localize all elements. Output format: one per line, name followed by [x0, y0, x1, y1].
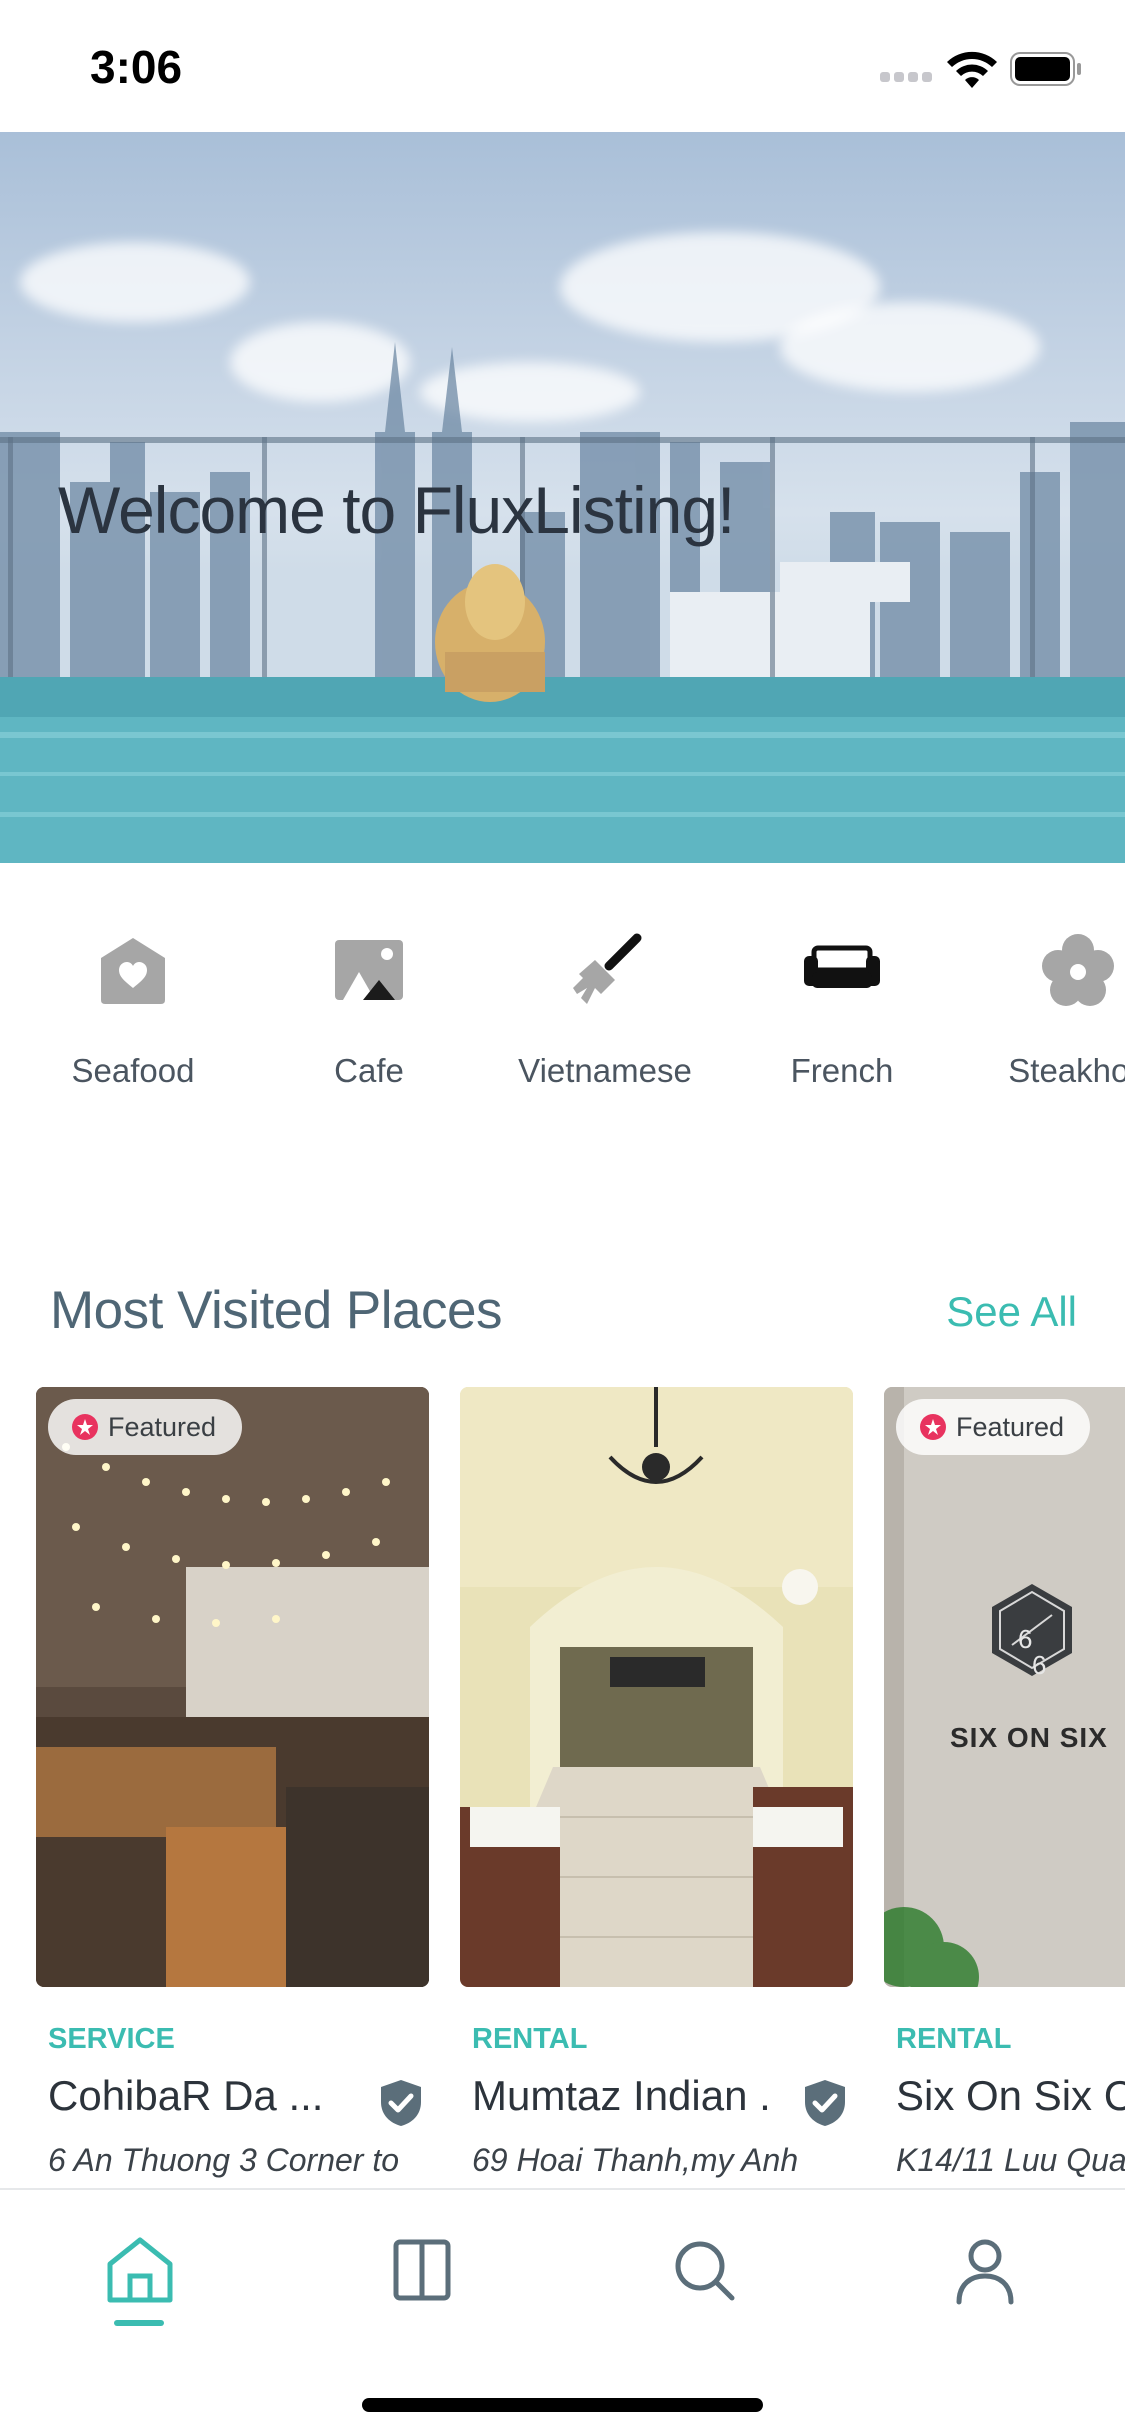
search-icon[interactable]	[664, 2230, 744, 2310]
category-label: Seafood	[71, 1052, 195, 1089]
status-time: 3:06	[90, 41, 183, 93]
listing-card[interactable]: Featured SERVICE CohibaR Da ... 6 An Thu…	[36, 1387, 429, 2179]
listing-name-row: Six On Six C	[896, 2072, 1125, 2132]
category-item-cafe[interactable]: Cafe	[249, 930, 489, 1090]
home-icon[interactable]	[100, 2230, 180, 2310]
category-item-vietnamese[interactable]: Vietnamese	[485, 930, 725, 1090]
wifi-icon	[947, 51, 997, 88]
verified-shield-icon	[805, 2080, 845, 2126]
home-heart-icon	[101, 938, 165, 1004]
category-item-steakhouse[interactable]: Steakhou	[958, 930, 1125, 1090]
listing-name[interactable]: CohibaR Da ...	[48, 2072, 348, 2120]
hero-title: Welcome to FluxListing!	[58, 473, 735, 547]
sign-text: SIX ON SIX	[950, 1722, 1108, 1753]
category-label: French	[790, 1052, 894, 1089]
listing-card[interactable]: 6 6 SIX ON SIX Featured RENTAL Six On Si…	[884, 1387, 1125, 2179]
verified-shield-icon	[381, 2080, 421, 2126]
profile-icon[interactable]	[945, 2230, 1025, 2310]
category-list[interactable]: Seafood Cafe Vietnamese French Steakho	[0, 930, 1125, 1130]
category-item-french[interactable]: French	[722, 930, 962, 1090]
home-indicator[interactable]	[362, 2398, 763, 2412]
app-screen: 3:06 Welcome to FluxListing! Seafood Caf…	[0, 0, 1125, 2436]
star-badge-icon	[72, 1414, 98, 1440]
listing-address: K14/11 Luu Qua	[896, 2142, 1125, 2178]
sign-number-top: 6	[1018, 1624, 1033, 1654]
listing-type: SERVICE	[48, 2023, 175, 2055]
listing-type: RENTAL	[472, 2023, 588, 2055]
storefront-sign-photo	[884, 1387, 1125, 1987]
featured-label: Featured	[108, 1411, 217, 1442]
featured-label: Featured	[956, 1411, 1065, 1442]
category-label: Cafe	[334, 1052, 404, 1089]
image-icon	[335, 940, 403, 1000]
listing-image[interactable]	[460, 1387, 853, 1987]
broom-icon	[573, 933, 642, 1004]
category-label: Vietnamese	[518, 1052, 692, 1089]
flower-icon	[1042, 934, 1114, 1006]
book-icon[interactable]	[382, 2230, 462, 2310]
listing-name[interactable]: Mumtaz Indian ...	[472, 2072, 772, 2120]
listing-address: 6 An Thuong 3 Corner to	[48, 2142, 400, 2178]
listing-image[interactable]: 6 6 SIX ON SIX Featured	[884, 1387, 1125, 1987]
hero-banner: Welcome to FluxListing!	[0, 132, 1125, 863]
star-badge-icon	[920, 1414, 946, 1440]
listing-type: RENTAL	[896, 2023, 1012, 2055]
listing-name[interactable]: Six On Six C	[896, 2072, 1125, 2120]
listing-image[interactable]: Featured	[36, 1387, 429, 1987]
sofa-icon	[804, 945, 880, 988]
listing-name-row: Mumtaz Indian ...	[472, 2072, 853, 2132]
active-tab-indicator	[114, 2320, 164, 2326]
category-item-seafood[interactable]: Seafood	[13, 930, 253, 1090]
battery-icon	[1010, 52, 1081, 86]
listing-name-row: CohibaR Da ...	[48, 2072, 429, 2132]
listing-card[interactable]: RENTAL Mumtaz Indian ... 69 Hoai Thanh,m…	[460, 1387, 853, 2179]
section-title: Most Visited Places	[50, 1281, 503, 1340]
restaurant-interior-photo	[460, 1387, 853, 1987]
cellular-signal-icon	[880, 72, 934, 84]
see-all-link[interactable]: See All	[946, 1288, 1077, 1336]
category-label: Steakhou	[1008, 1052, 1125, 1089]
featured-badge: Featured	[48, 1399, 243, 1455]
status-bar: 3:06	[0, 0, 1125, 132]
listing-carousel[interactable]: Featured SERVICE CohibaR Da ... 6 An Thu…	[0, 1387, 1125, 2187]
listing-address: 69 Hoai Thanh,my Anh	[472, 2142, 799, 2178]
sign-number-bottom: 6	[1032, 1650, 1047, 1680]
cafe-interior-photo	[36, 1387, 429, 1987]
featured-badge: Featured	[896, 1399, 1091, 1455]
